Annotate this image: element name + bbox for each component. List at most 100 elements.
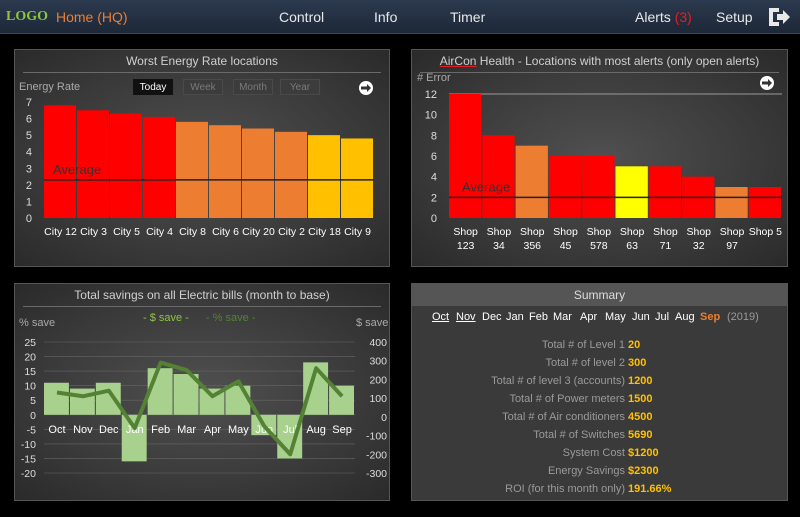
left-y-tick-label: -5	[27, 424, 36, 436]
bar	[715, 187, 748, 218]
y-tick-label: 3	[26, 163, 32, 175]
month-jul[interactable]: Jul	[655, 311, 669, 323]
left-y-tick-label: 0	[30, 410, 36, 422]
x-category-label: 123	[457, 240, 475, 252]
nav-alerts[interactable]: Alerts (3)	[635, 9, 692, 25]
alerts-count-badge: (3)	[674, 9, 692, 25]
x-category-label: Shop	[620, 226, 645, 238]
nav-timer[interactable]: Timer	[450, 9, 485, 25]
month-aug[interactable]: Aug	[675, 311, 695, 323]
x-category-label: City 18	[308, 226, 341, 238]
month-oct[interactable]: Oct	[432, 311, 449, 323]
aircon-health-panel: AirCon Health - Locations with most aler…	[411, 49, 788, 267]
logout-icon[interactable]	[767, 6, 791, 28]
month-axis-label: May	[228, 424, 249, 436]
stat-label: Total # of Switches	[533, 429, 625, 441]
bar	[515, 145, 548, 218]
month-jan[interactable]: Jan	[506, 311, 524, 323]
y-tick-label: 6	[431, 151, 437, 163]
x-category-label: City 4	[146, 226, 173, 238]
x-category-label: Shop	[553, 226, 578, 238]
y-tick-label: 5	[26, 130, 32, 142]
average-label: Average	[462, 179, 510, 194]
x-category-label: Shop	[720, 226, 745, 238]
stat-label: Energy Savings	[547, 465, 625, 477]
x-category-label: City 12	[44, 226, 77, 238]
month-axis-label: Nov	[73, 424, 93, 436]
stat-value: 300	[628, 357, 647, 369]
left-y-tick-label: -10	[21, 439, 36, 451]
savings-panel: Total savings on all Electric bills (mon…	[14, 283, 390, 501]
average-label: Average	[53, 162, 101, 177]
stat-value: $2300	[628, 465, 659, 477]
logo[interactable]: LOGO	[6, 9, 48, 25]
month-axis-label: Mar	[177, 424, 196, 436]
month-axis-label: Apr	[204, 424, 221, 436]
x-category-label: City 20	[242, 226, 275, 238]
percent-save-bar	[147, 368, 173, 415]
home-link[interactable]: Home (HQ)	[56, 9, 128, 25]
month-may[interactable]: May	[605, 311, 626, 323]
alerts-label: Alerts	[635, 9, 671, 25]
nav-info[interactable]: Info	[374, 9, 397, 25]
stat-value: 5690	[628, 429, 653, 441]
x-category-label: City 2	[278, 226, 305, 238]
left-y-tick-label: -20	[21, 468, 36, 480]
energy-rate-panel: Worst Energy Rate locations Energy Rate …	[14, 49, 390, 267]
right-y-tick-label: -300	[366, 468, 387, 480]
month-axis-label: Sep	[332, 424, 352, 436]
bar	[176, 121, 208, 218]
y-tick-label: 0	[26, 213, 32, 225]
x-category-label: 45	[560, 240, 572, 252]
percent-save-bar	[329, 385, 354, 415]
stat-value: 1200	[628, 375, 653, 387]
summary-panel: Summary Oct Nov Dec Jan Feb Mar Apr May …	[411, 283, 788, 501]
x-category-label: 63	[626, 240, 638, 252]
bar	[341, 138, 373, 218]
x-category-label: 578	[590, 240, 608, 252]
x-category-label: Shop	[520, 226, 545, 238]
month-nov[interactable]: Nov	[456, 311, 476, 323]
month-sep-selected[interactable]: Sep	[700, 311, 720, 323]
stat-value: 191.66%	[628, 483, 672, 495]
stat-label: System Cost	[562, 447, 625, 459]
energy-rate-bar-chart: 0 1 2 3 4 5 6 7 City 12 City 3 City 5 City 4 City 8 C…	[26, 97, 374, 238]
x-category-label: Shop	[487, 226, 512, 238]
x-category-label: 32	[693, 240, 705, 252]
y-tick-label: 7	[26, 97, 32, 109]
summary-panel-title: Summary	[412, 284, 787, 306]
top-navigation-bar: LOGO Home (HQ) Control Info Timer Alerts…	[0, 0, 800, 34]
y-tick-label: 0	[431, 213, 437, 225]
month-feb[interactable]: Feb	[529, 311, 548, 323]
stat-label: Total # of level 3 (accounts)	[491, 375, 625, 387]
month-jun[interactable]: Jun	[632, 311, 650, 323]
bar	[308, 135, 340, 218]
x-category-label: City 6	[212, 226, 239, 238]
bar	[110, 113, 142, 218]
month-mar[interactable]: Mar	[553, 311, 572, 323]
percent-save-bar	[95, 382, 121, 415]
x-category-label: 97	[726, 240, 738, 252]
x-category-label: 71	[660, 240, 672, 252]
stat-value: $1200	[628, 447, 659, 459]
percent-save-bar	[44, 382, 69, 415]
bar	[449, 94, 482, 218]
left-y-tick-label: 20	[24, 352, 36, 364]
nav-control[interactable]: Control	[279, 9, 324, 25]
bar	[548, 156, 582, 218]
nav-setup[interactable]: Setup	[716, 9, 753, 25]
right-y-tick-label: -100	[366, 431, 387, 443]
x-category-label: City 5	[113, 226, 140, 238]
percent-save-bar	[121, 414, 147, 462]
month-dec[interactable]: Dec	[482, 311, 502, 323]
bar	[209, 125, 241, 218]
month-axis-label: Oct	[48, 424, 65, 436]
month-apr[interactable]: Apr	[580, 311, 597, 323]
x-category-label: City 8	[179, 226, 206, 238]
stat-label: Total # of Power meters	[509, 393, 625, 405]
right-y-tick-label: 100	[369, 393, 387, 405]
right-y-tick-label: 300	[369, 356, 387, 368]
y-tick-label: 1	[26, 196, 32, 208]
x-category-label: 356	[523, 240, 541, 252]
left-y-tick-label: 5	[30, 395, 36, 407]
